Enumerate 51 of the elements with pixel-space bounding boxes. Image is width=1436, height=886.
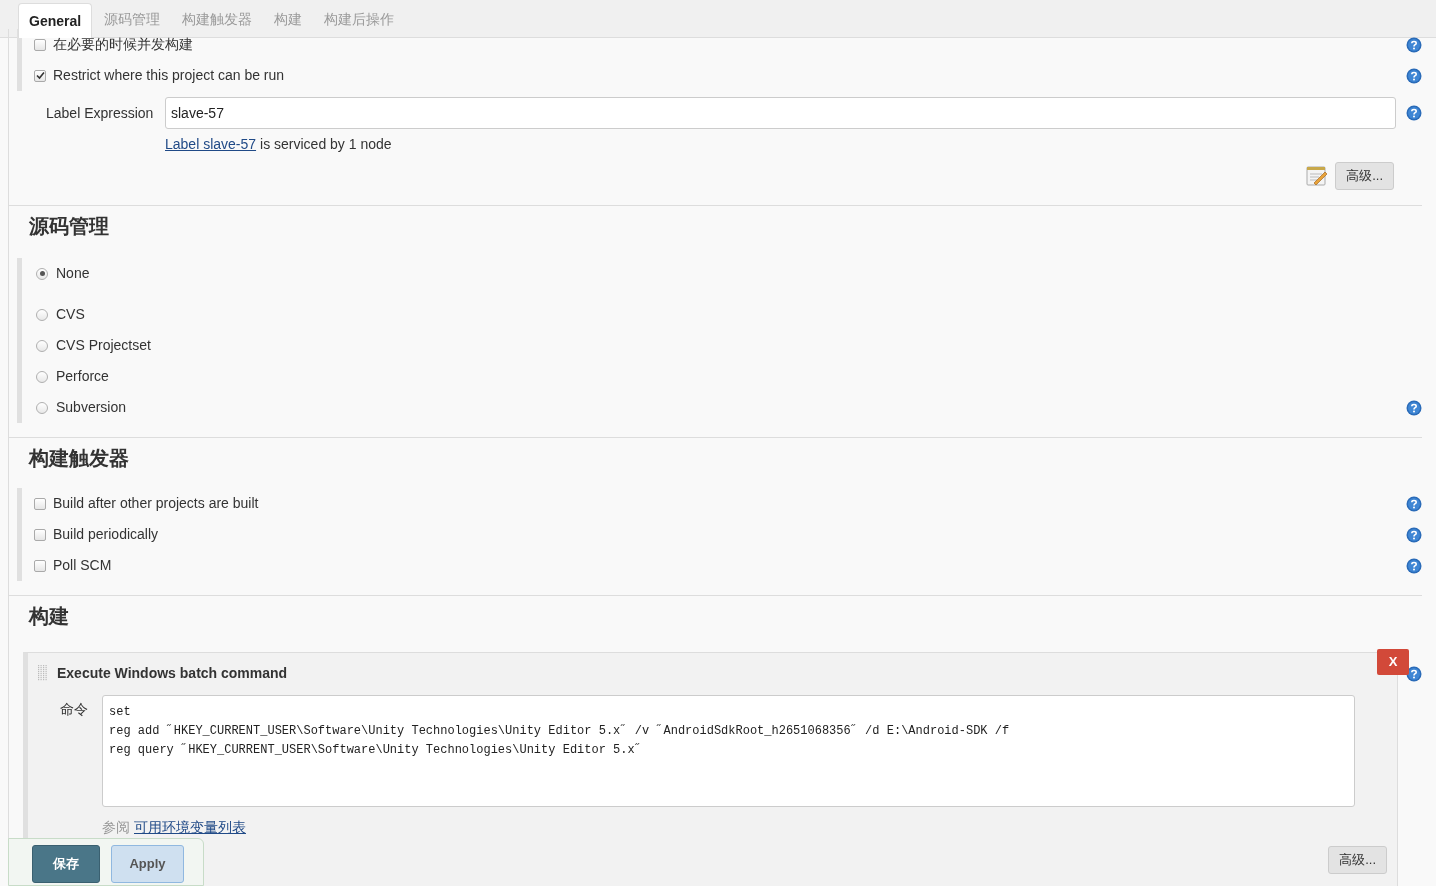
delete-button[interactable]: X bbox=[1377, 649, 1409, 675]
option-label: Build periodically bbox=[53, 525, 160, 544]
option-label: Subversion bbox=[56, 398, 128, 417]
apply-button[interactable]: Apply bbox=[111, 845, 184, 883]
help-icon[interactable] bbox=[1406, 399, 1422, 416]
section-heading: 构建触发器 bbox=[29, 445, 130, 472]
command-line: reg query ˝HKEY_CURRENT_USER\Software\Unity Technologies\Unity Editor 5.x˝ bbox=[109, 742, 643, 759]
checkbox[interactable] bbox=[34, 69, 46, 82]
checkbox[interactable] bbox=[34, 559, 46, 572]
hint-text: 参阅 bbox=[102, 818, 130, 837]
save-button[interactable]: 保存 bbox=[32, 845, 100, 883]
section-heading: 源码管理 bbox=[29, 213, 110, 240]
radio-button[interactable] bbox=[36, 339, 48, 352]
label-link[interactable]: Label slave-57 bbox=[165, 133, 257, 155]
help-icon[interactable] bbox=[1406, 36, 1422, 53]
option-label: CVS Projectset bbox=[56, 336, 152, 355]
radio-button[interactable] bbox=[36, 308, 48, 321]
option-label: Perforce bbox=[56, 367, 110, 386]
field-label: Label Expression bbox=[46, 103, 155, 123]
option-label: 在必要的时候并发构建 bbox=[53, 35, 194, 54]
advanced-button[interactable]: 高级... bbox=[1335, 162, 1394, 190]
help-icon[interactable] bbox=[1406, 495, 1422, 512]
checkbox[interactable] bbox=[34, 528, 46, 541]
help-icon[interactable] bbox=[1406, 557, 1422, 574]
radio-button[interactable] bbox=[36, 370, 48, 383]
command-line: reg add ˝HKEY_CURRENT_USER\Software\Unity Technologies\Unity Editor 5.x˝ /v ˝AndroidSdkRoot_h2651068356˝ /d E:\Android-SDK /f bbox=[109, 723, 1011, 740]
help-icon[interactable] bbox=[1406, 666, 1422, 682]
option-label: Restrict where this project can be run bbox=[53, 66, 286, 85]
radio-button[interactable] bbox=[36, 267, 48, 280]
command-line: set bbox=[109, 704, 132, 721]
option-label: CVS bbox=[56, 305, 86, 324]
label-expression-field[interactable]: slave-57 bbox=[165, 97, 1396, 129]
option-label: None bbox=[56, 264, 91, 283]
advanced-button[interactable]: 高级... bbox=[1328, 846, 1387, 874]
radio-button[interactable] bbox=[36, 401, 48, 414]
help-icon[interactable] bbox=[1406, 526, 1422, 543]
section-heading: 构建 bbox=[29, 603, 70, 630]
tab[interactable]: General bbox=[18, 3, 93, 38]
checkbox[interactable] bbox=[34, 497, 46, 510]
notepad-pencil-icon[interactable] bbox=[1305, 164, 1330, 188]
env-vars-link[interactable]: 可用环境变量列表 bbox=[134, 817, 246, 838]
option-label: Poll SCM bbox=[53, 556, 113, 575]
option-label: Build after other projects are built bbox=[53, 494, 260, 513]
command-field[interactable] bbox=[102, 695, 1355, 807]
checkbox[interactable] bbox=[34, 38, 46, 51]
help-icon[interactable] bbox=[1406, 67, 1422, 84]
help-icon[interactable] bbox=[1406, 105, 1422, 121]
drag-handle-icon[interactable] bbox=[38, 665, 48, 681]
step-title: Execute Windows batch command bbox=[57, 663, 288, 683]
field-label: 命令 bbox=[59, 700, 89, 719]
label-note: is serviced by 1 node bbox=[260, 134, 392, 154]
